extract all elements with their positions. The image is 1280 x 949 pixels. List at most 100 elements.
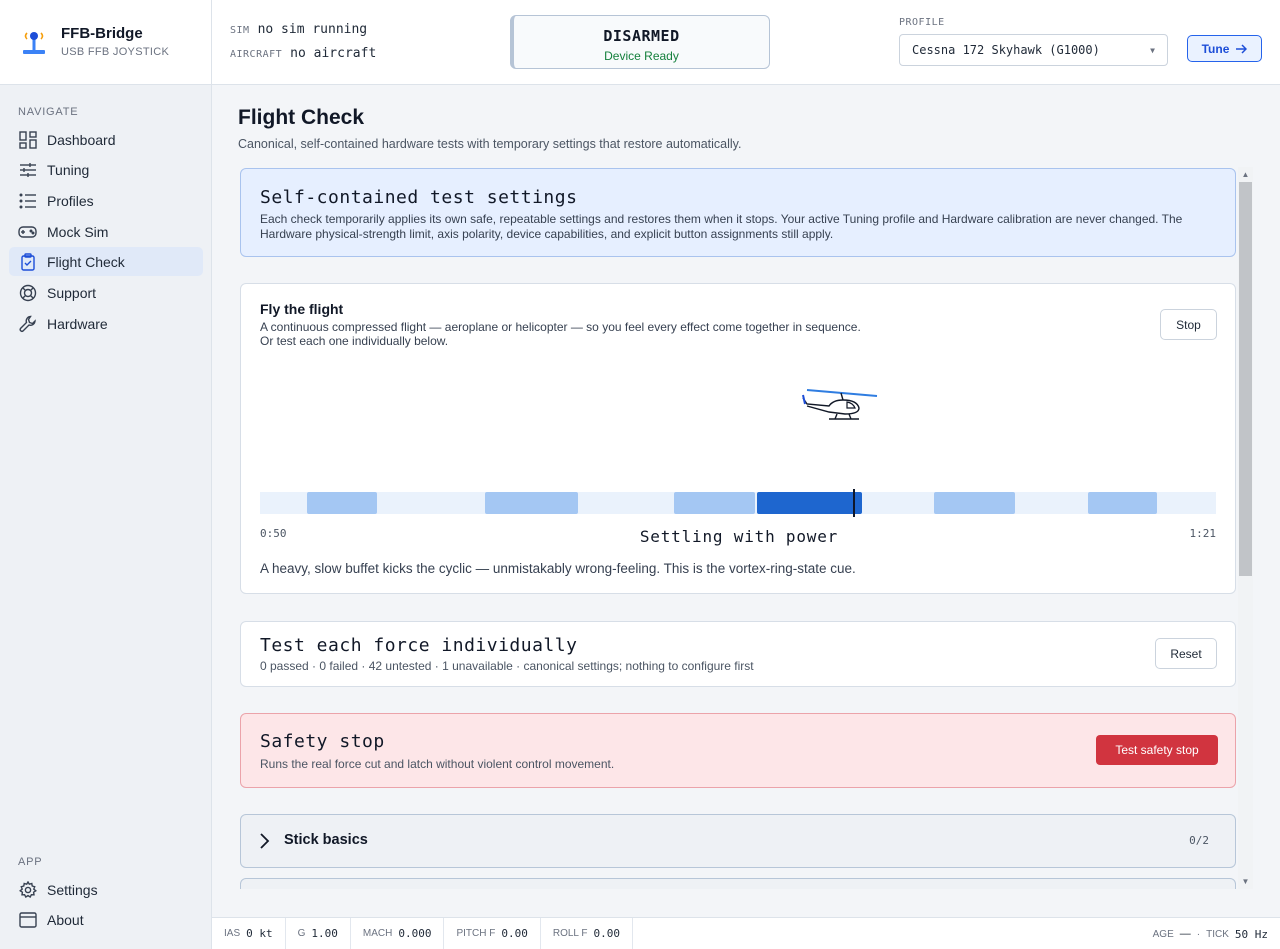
nav-item-label: Settings [47, 881, 98, 898]
info-card: Self-contained test settings Each check … [240, 168, 1236, 257]
flight-timeline[interactable] [260, 489, 1216, 517]
nav-item-label: Flight Check [47, 253, 125, 270]
nav-item-flight-check[interactable]: Flight Check [9, 247, 203, 276]
timeline-segment [934, 492, 1015, 514]
reset-button-label: Reset [1170, 646, 1202, 661]
chevron-right-icon [260, 833, 270, 849]
content-scrollbar[interactable]: ▲ ▼ [1238, 167, 1253, 889]
sim-status: SIM no sim running [230, 22, 367, 37]
section-next[interactable] [240, 878, 1236, 889]
section-title: Stick basics [284, 832, 368, 848]
aircraft-status: AIRCRAFT no aircraft [230, 46, 376, 61]
fly-card-description: A continuous compressed flight — aeropla… [260, 320, 861, 348]
reset-button[interactable]: Reset [1155, 638, 1217, 669]
telemetry-value: 0.00 [593, 927, 621, 940]
sidebar: FFB-Bridge USB FFB JOYSTICK NAVIGATE Das… [0, 0, 212, 949]
timeline-playhead[interactable] [853, 489, 855, 517]
dashboard-grid-icon [18, 130, 37, 149]
profile-label: PROFILE [899, 17, 945, 28]
page-subtitle: Canonical, self-contained hardware tests… [238, 137, 742, 151]
tick-key: TICK [1206, 928, 1229, 940]
arm-status: DISARMED [603, 27, 680, 45]
gamepad-icon [18, 222, 37, 241]
nav-item-settings[interactable]: Settings [9, 875, 203, 904]
sliders-icon [18, 160, 37, 179]
section-stick-basics[interactable]: Stick basics 0/2 [240, 814, 1236, 868]
info-card-title: Self-contained test settings [260, 187, 578, 208]
content-scroll-area[interactable]: Self-contained test settings Each check … [238, 167, 1238, 889]
page-title: Flight Check [238, 106, 365, 129]
arm-status-box: DISARMED Device Ready [510, 15, 770, 69]
telemetry-mach: MACH 0.000 [351, 917, 445, 949]
telemetry-value: 0.00 [501, 927, 528, 940]
test-safety-stop-button[interactable]: Test safety stop [1096, 735, 1218, 765]
info-card-description: Each check temporarily applies its own s… [260, 212, 1183, 241]
nav-item-label: Mock Sim [47, 223, 109, 240]
nav-item-support[interactable]: Support [9, 278, 203, 307]
top-bar: SIM no sim running AIRCRAFT no aircraft … [212, 0, 1280, 85]
fly-card-line: Or test each one individually below. [260, 334, 449, 348]
safety-stop-card: Safety stop Runs the real force cut and … [240, 713, 1236, 788]
fly-the-flight-card: Fly the flight A continuous compressed f… [240, 283, 1236, 594]
window-icon [18, 910, 37, 929]
force-test-summary: 0 passed · 0 failed · 42 untested · 1 un… [260, 659, 754, 673]
safety-card-description: Runs the real force cut and latch withou… [260, 757, 615, 771]
individual-forces-card: Test each force individually 0 passed · … [240, 621, 1236, 687]
sim-key: SIM [230, 25, 250, 36]
separator: · [1196, 928, 1201, 940]
age-value: — [1179, 928, 1191, 940]
age-key: AGE [1152, 928, 1174, 940]
telemetry-bar: IAS 0 kt G 1.00 MACH 0.000 PITCH F 0.00 … [212, 917, 1280, 949]
timeline-segment [307, 492, 377, 514]
nav-item-tuning[interactable]: Tuning [9, 155, 203, 184]
lifebuoy-icon [18, 283, 37, 302]
nav-item-dashboard[interactable]: Dashboard [9, 125, 203, 154]
app-subtitle: USB FFB JOYSTICK [61, 46, 170, 58]
wrench-icon [18, 314, 37, 333]
arrow-right-icon [1236, 43, 1248, 54]
nav-item-hardware[interactable]: Hardware [9, 309, 203, 338]
helicopter-icon [802, 389, 878, 420]
force-card-title: Test each force individually [260, 635, 578, 656]
sim-value: no sim running [257, 22, 368, 37]
telemetry-g: G 1.00 [286, 917, 351, 949]
clipboard-check-icon [18, 252, 37, 271]
telemetry-key: ROLL F [552, 928, 588, 939]
profile-select[interactable]: Cessna 172 Skyhawk (G1000) ▼ [899, 34, 1168, 66]
safety-card-title: Safety stop [260, 731, 385, 752]
telemetry-ias: IAS 0 kt [212, 917, 286, 949]
nav-item-about[interactable]: About [9, 905, 203, 934]
nav-item-label: Tuning [47, 161, 90, 178]
timeline-segment [485, 492, 578, 514]
telemetry-value: 1.00 [311, 927, 338, 940]
tune-button-label: Tune [1201, 41, 1230, 56]
tune-button[interactable]: Tune [1187, 35, 1262, 62]
telemetry-value: 0.000 [398, 927, 432, 940]
chevron-down-icon: ▼ [1150, 45, 1155, 55]
nav-section-label: NAVIGATE [18, 106, 79, 118]
timeline-segment [674, 492, 755, 514]
phase-description: A heavy, slow buffet kicks the cyclic — … [260, 561, 856, 576]
timeline-segment [1088, 492, 1157, 514]
test-safety-stop-label: Test safety stop [1115, 743, 1199, 757]
nav-item-label: Profiles [47, 192, 94, 209]
telemetry-key: PITCH F [456, 928, 496, 939]
tick-value: 50 Hz [1234, 927, 1268, 941]
timeline-segment-active [757, 492, 862, 514]
profile-value: Cessna 172 Skyhawk (G1000) [912, 43, 1100, 57]
stop-button[interactable]: Stop [1160, 309, 1217, 340]
nav-item-mock-sim[interactable]: Mock Sim [9, 217, 203, 246]
nav-item-label: Dashboard [47, 131, 116, 148]
telemetry-value: 0 kt [246, 927, 273, 940]
scrollbar-thumb[interactable] [1239, 182, 1252, 576]
joystick-icon [23, 32, 45, 54]
scroll-down-icon[interactable]: ▼ [1238, 874, 1253, 889]
aircraft-key: AIRCRAFT [230, 49, 283, 60]
stop-button-label: Stop [1176, 317, 1201, 332]
scroll-up-icon[interactable]: ▲ [1238, 167, 1253, 182]
telemetry-key: MACH [362, 928, 393, 939]
nav-item-profiles[interactable]: Profiles [9, 186, 203, 215]
current-phase: Settling with power [639, 527, 839, 546]
nav-section-label: APP [18, 856, 43, 868]
telemetry-roll-force: ROLL F 0.00 [541, 917, 634, 949]
